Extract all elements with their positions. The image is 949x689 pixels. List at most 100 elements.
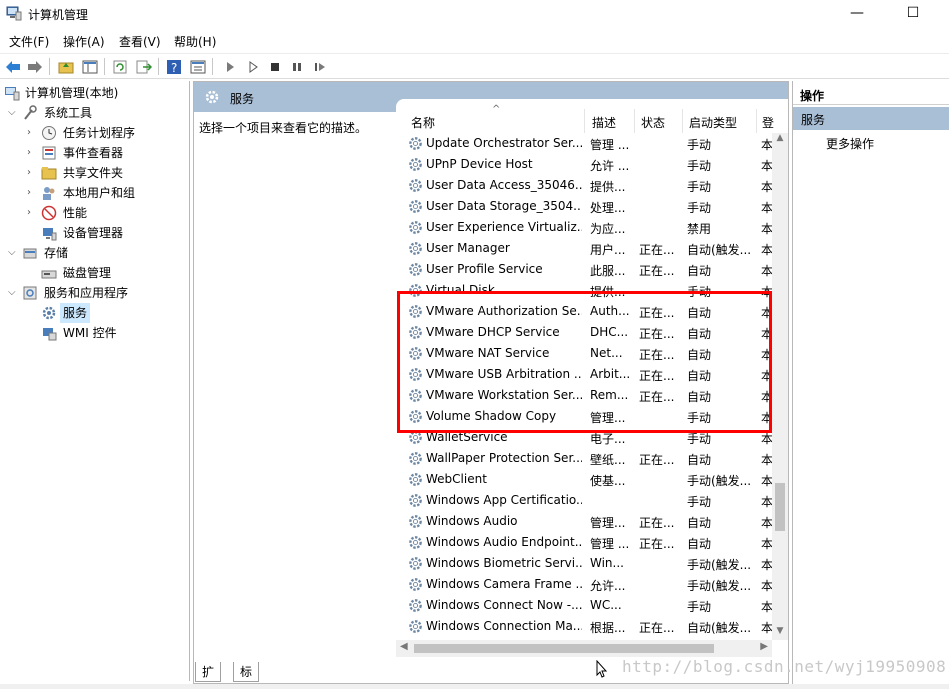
scroll-up-icon[interactable]: ▲ [772, 133, 788, 147]
table-cell: 为应... [590, 222, 626, 236]
table-row[interactable]: User Experience Virtualiz... 为应... 禁用 本 [396, 217, 772, 238]
scroll-down-icon[interactable]: ▼ [772, 626, 788, 640]
status-bar [0, 684, 949, 689]
table-row[interactable]: Windows Audio 管理... 正在... 自动 本 [396, 511, 772, 532]
forward-button[interactable] [25, 57, 44, 76]
table-cell: User Experience Virtualiz... [426, 220, 582, 234]
table-cell: 正在... [639, 621, 675, 635]
menu-help[interactable]: 帮助(H) [174, 33, 216, 50]
table-cell: WebClient [426, 472, 487, 486]
table-row[interactable]: Windows Audio Endpoint... 管理 ... 正在... 自动 本 [396, 532, 772, 553]
table-cell: 手动 [687, 159, 712, 173]
restart-service-button[interactable] [310, 57, 329, 76]
table-row[interactable]: User Data Storage_3504... 处理... 手动 本 [396, 196, 772, 217]
expand-icon[interactable]: › [27, 163, 39, 183]
tools-icon [24, 105, 37, 120]
expand-icon[interactable]: › [27, 143, 39, 163]
table-cell: 本 [761, 600, 772, 614]
service-gear-icon [409, 515, 422, 528]
highlight-box [397, 291, 772, 433]
collapse-icon[interactable]: ⌵ [8, 283, 20, 303]
maximize-button[interactable]: ☐ [890, 0, 936, 28]
column-startup-type[interactable]: 启动类型 [689, 114, 737, 131]
table-cell: 本 [761, 495, 772, 509]
table-row[interactable]: Windows App Certificatio... 手动 本 [396, 490, 772, 511]
table-row[interactable]: Windows Connection Ma... 根据... 正在... 自动(触发.… [396, 616, 772, 637]
pause-service-button[interactable] [287, 57, 306, 76]
show-hide-tree-button[interactable] [80, 57, 99, 76]
table-cell: User Manager [426, 241, 510, 255]
table-cell: 处理... [590, 201, 626, 215]
tab-standard[interactable]: 标准 [233, 662, 260, 689]
table-cell: 本 [761, 474, 772, 488]
table-row[interactable]: Windows Camera Frame ... 允许... 手动(触发... 本 [396, 574, 772, 595]
table-cell: 本 [761, 537, 772, 551]
table-row[interactable]: Windows Connect Now -... WC... 手动 本 [396, 595, 772, 616]
table-cell: Windows Biometric Servi... [426, 556, 582, 570]
collapse-icon[interactable]: ⌵ [8, 103, 20, 123]
menu-action[interactable]: 操作(A) [63, 33, 105, 50]
tab-extended[interactable]: 扩展 [195, 662, 222, 689]
service-gear-icon [409, 536, 422, 549]
up-folder-icon [58, 62, 73, 73]
stop-service-button[interactable] [265, 57, 284, 76]
table-cell: 本 [761, 621, 772, 635]
table-cell: Windows Connection Ma... [426, 619, 582, 633]
expand-icon[interactable]: › [27, 183, 39, 203]
menu-file[interactable]: 文件(F) [9, 33, 49, 50]
table-cell: 管理... [590, 516, 626, 530]
column-logon-as[interactable]: 登 [762, 114, 774, 131]
table-cell: 壁纸... [590, 453, 626, 467]
service-gear-icon [409, 578, 422, 591]
vertical-scrollbar[interactable]: ▲ ▼ [772, 133, 788, 640]
column-description[interactable]: 描述 [592, 114, 616, 131]
minimize-button[interactable]: — [834, 0, 880, 28]
back-icon [5, 60, 20, 73]
start-alt-button[interactable] [243, 57, 262, 76]
hscroll-thumb[interactable] [414, 644, 714, 653]
collapse-icon[interactable]: ⌵ [8, 243, 20, 263]
table-row[interactable]: Windows Biometric Servi... Win... 手动(触发...… [396, 553, 772, 574]
service-gear-icon [409, 473, 422, 486]
stop-icon [270, 62, 279, 71]
table-cell: 自动 [687, 453, 712, 467]
scroll-left-icon[interactable]: ◀ [400, 641, 408, 652]
table-cell: 手动 [687, 600, 712, 614]
scroll-right-icon[interactable]: ▶ [760, 641, 768, 652]
table-row[interactable]: User Profile Service 此服... 正在... 自动 本 [396, 259, 772, 280]
properties-button[interactable] [188, 57, 207, 76]
table-cell: 手动 [687, 138, 712, 152]
wmi-icon [43, 328, 57, 341]
back-button[interactable] [3, 57, 22, 76]
column-status[interactable]: 状态 [641, 114, 665, 131]
event-viewer-icon [42, 146, 56, 160]
column-name[interactable]: 名称 [411, 114, 435, 131]
performance-icon [41, 205, 57, 221]
start-service-button[interactable] [220, 57, 239, 76]
expand-icon[interactable]: › [27, 203, 39, 223]
table-cell: 手动(触发... [687, 474, 752, 488]
scroll-thumb[interactable] [775, 483, 785, 531]
menu-view[interactable]: 查看(V) [119, 33, 161, 50]
table-row[interactable]: User Data Access_35046... 提供... 手动 本 [396, 175, 772, 196]
computer-management-icon [5, 87, 20, 101]
table-row[interactable]: WebClient 使基... 手动(触发... 本 [396, 469, 772, 490]
help-button[interactable]: ? [164, 57, 183, 76]
expand-icon[interactable]: › [27, 123, 39, 143]
table-cell: User Profile Service [426, 262, 543, 276]
more-actions-link[interactable]: 更多操作 [826, 135, 874, 152]
table-cell: Windows Audio Endpoint... [426, 535, 582, 549]
export-button[interactable] [134, 57, 153, 76]
refresh-button[interactable] [110, 57, 129, 76]
table-row[interactable]: Update Orchestrator Ser... 管理 ... 手动 本 [396, 133, 772, 154]
table-cell: 正在... [639, 537, 675, 551]
actions-section-services[interactable]: 服务 [793, 107, 949, 130]
up-folder-button[interactable] [56, 57, 75, 76]
export-icon [136, 60, 152, 73]
service-gear-icon [409, 242, 422, 255]
horizontal-scrollbar[interactable]: ◀ ▶ [396, 640, 772, 657]
table-row[interactable]: WallPaper Protection Ser... 壁纸... 正在... 自动 本 [396, 448, 772, 469]
table-row[interactable]: User Manager 用户... 正在... 自动(触发... 本 [396, 238, 772, 259]
table-row[interactable]: UPnP Device Host 允许 ... 手动 本 [396, 154, 772, 175]
column-headers: ^ 名称 描述 状态 启动类型 登 [396, 104, 776, 133]
